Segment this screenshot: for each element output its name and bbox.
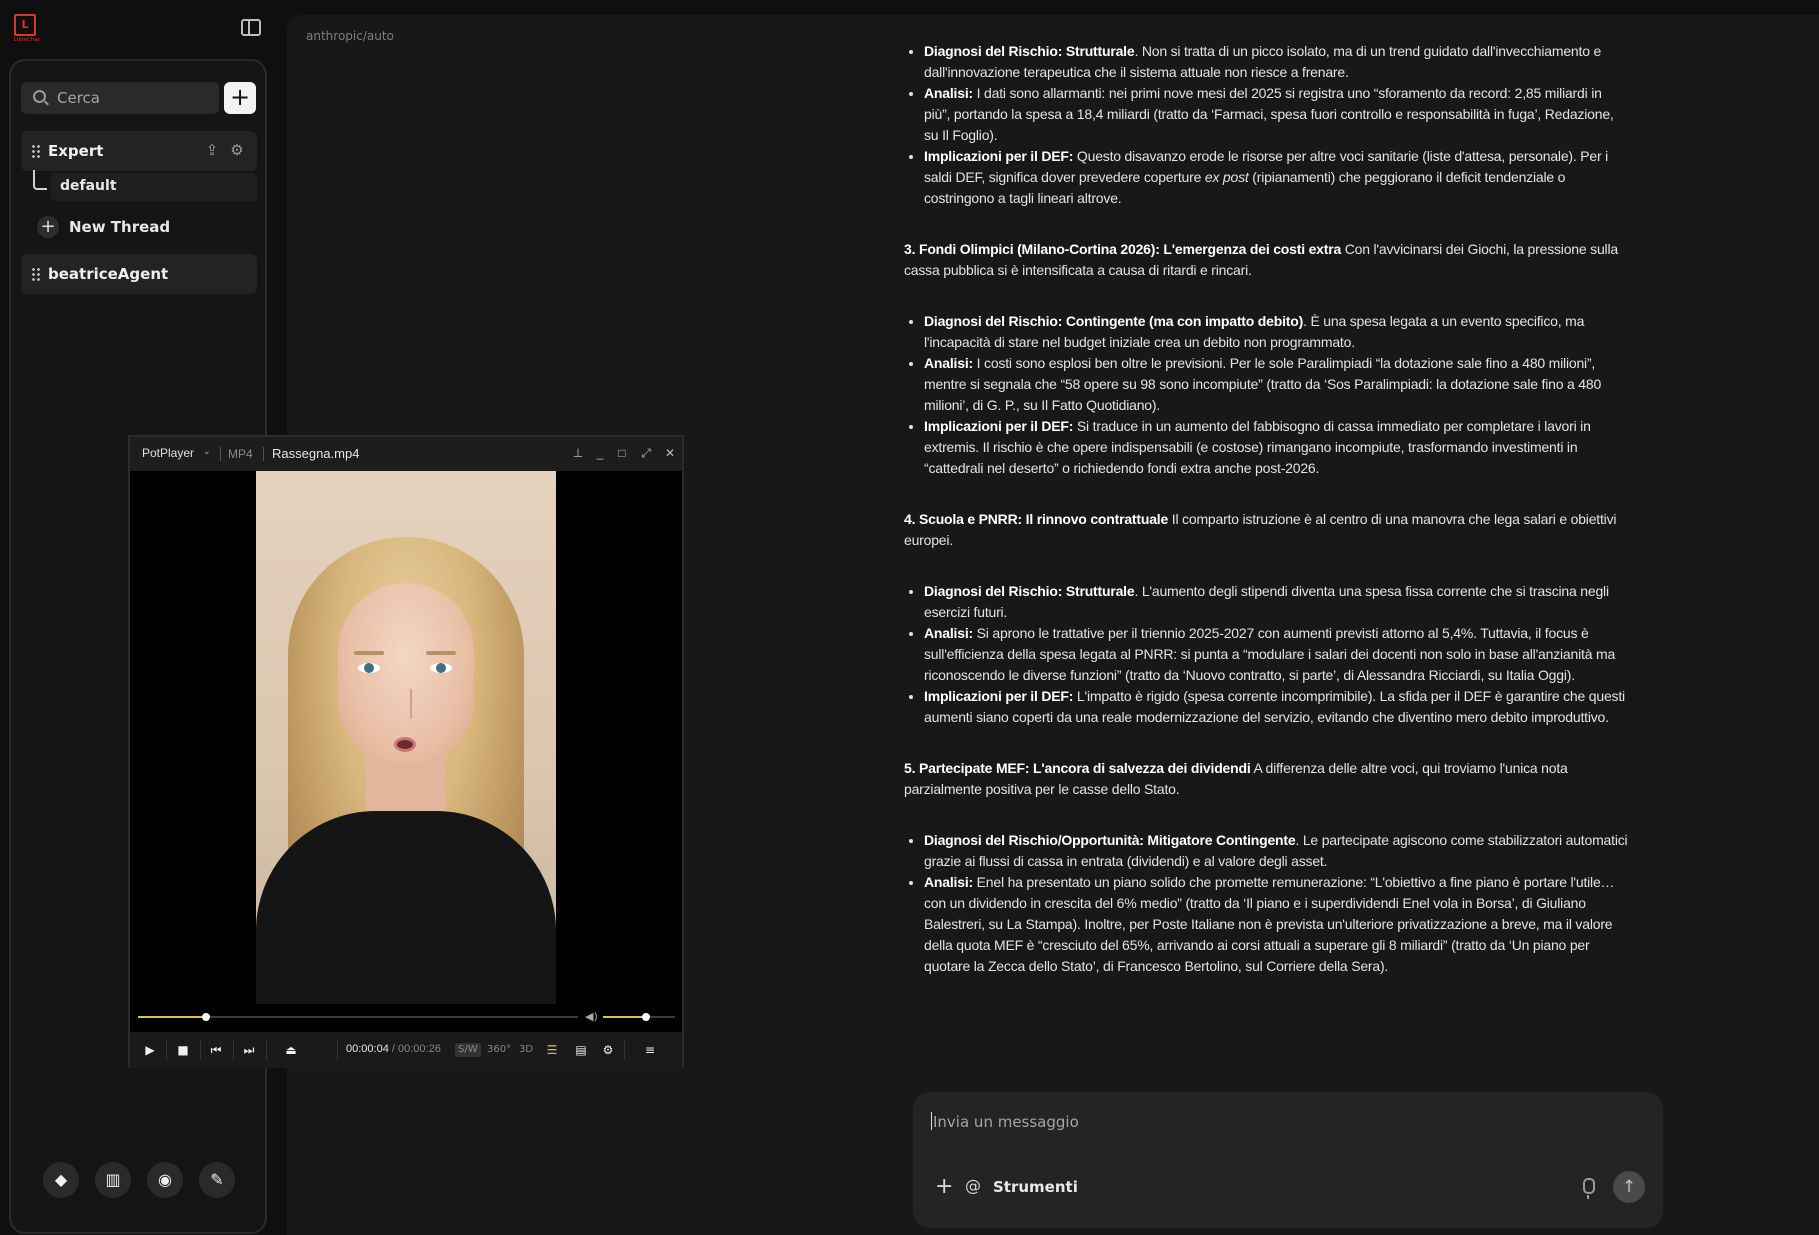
previous-icon[interactable]: ⏮ <box>208 1042 224 1058</box>
section-heading: 4. Scuola e PNRR: Il rinnovo contrattual… <box>904 511 1617 548</box>
pin-icon[interactable]: ⊥ <box>570 445 586 461</box>
video-frame[interactable] <box>256 471 556 1004</box>
player-brand-menu[interactable]: PotPlayer <box>142 446 194 460</box>
search-input[interactable]: Cerca <box>21 82 219 114</box>
list-item: Analisi: Enel ha presentato un piano sol… <box>924 872 1629 977</box>
list-item: Diagnosi del Rischio: Strutturale. Non s… <box>924 41 1629 83</box>
list-item: Diagnosi del Rischio/Opportunità: Mitiga… <box>924 830 1629 872</box>
video-person-face <box>338 583 474 763</box>
list-item: Diagnosi del Rischio: Contingente (ma co… <box>924 311 1629 353</box>
player-controls: ▶ ■ ⏮ ⏭ ⏏ 00:00:04 / 00:00:26 S/W 360° 3… <box>130 1032 682 1068</box>
model-label: anthropic/auto <box>306 29 394 43</box>
list-item: Diagnosi del Rischio: Strutturale. L'aum… <box>924 581 1629 623</box>
section-list: Diagnosi del Rischio/Opportunità: Mitiga… <box>904 830 1629 977</box>
plus-icon: + <box>37 216 59 238</box>
list-item: Implicazioni per il DEF: L'impatto è rig… <box>924 686 1629 728</box>
list-item: Analisi: I dati sono allarmanti: nei pri… <box>924 83 1629 146</box>
vr360-toggle[interactable]: 360° <box>484 1043 514 1057</box>
message-composer[interactable]: Invia un messaggio + @ Strumenti ↑ <box>913 1092 1663 1228</box>
section-list: Diagnosi del Rischio: Contingente (ma co… <box>904 311 1629 479</box>
volume-level <box>603 1016 647 1018</box>
sidebar-group-expert[interactable]: Expert ⇪ ⚙ <box>21 131 257 171</box>
message-input[interactable]: Invia un messaggio <box>933 1113 1079 1131</box>
time-readout: 00:00:04 / 00:00:26 <box>346 1043 441 1055</box>
search-placeholder: Cerca <box>57 89 100 107</box>
list-item: Implicazioni per il DEF: Si traduce in u… <box>924 416 1629 479</box>
settings-gear-icon[interactable]: ⚙ <box>600 1042 616 1058</box>
volume-slider[interactable] <box>603 1013 675 1021</box>
message-content: Diagnosi del Rischio: Strutturale. Non s… <box>904 41 1629 977</box>
sw-toggle[interactable]: S/W <box>455 1043 481 1057</box>
file-format: MP4 <box>228 447 253 461</box>
upload-icon[interactable]: ⇪ <box>203 141 221 159</box>
section-heading: 3. Fondi Olimpici (Milano-Cortina 2026):… <box>904 241 1618 278</box>
github-icon[interactable]: ◆ <box>43 1162 79 1198</box>
file-name: Rassegna.mp4 <box>272 446 360 461</box>
potplayer-window[interactable]: PotPlayer ⌄ MP4 Rassegna.mp4 ⊥ _ □ ⤢ ✕ ◀… <box>128 435 684 1068</box>
seek-track[interactable] <box>138 1013 578 1021</box>
tools-button[interactable]: Strumenti <box>993 1178 1078 1196</box>
3d-toggle[interactable]: 3D <box>516 1043 536 1057</box>
stop-icon[interactable]: ■ <box>175 1042 191 1058</box>
player-titlebar[interactable]: PotPlayer ⌄ MP4 Rassegna.mp4 ⊥ _ □ ⤢ ✕ <box>130 437 682 471</box>
add-button[interactable]: + <box>224 82 256 114</box>
book-icon[interactable]: ▥ <box>95 1162 131 1198</box>
thread-connector <box>33 170 47 190</box>
seek-bar[interactable]: ◀) <box>130 1004 682 1032</box>
list-item: Implicazioni per il DEF: Questo disavanz… <box>924 146 1629 209</box>
drag-handle-icon[interactable] <box>31 144 41 158</box>
app-logo: L LibreChat <box>14 14 40 43</box>
microphone-icon[interactable] <box>1583 1178 1595 1199</box>
discord-icon[interactable]: ◉ <box>147 1162 183 1198</box>
next-icon[interactable]: ⏭ <box>241 1042 257 1058</box>
section-list: Diagnosi del Rischio: Strutturale. L'aum… <box>904 581 1629 728</box>
wrench-icon[interactable]: ✎ <box>199 1162 235 1198</box>
sidebar-toggle-icon[interactable] <box>241 19 261 36</box>
attach-plus-icon[interactable]: + <box>935 1174 953 1199</box>
drag-handle-icon[interactable] <box>31 267 41 281</box>
search-icon <box>33 90 46 103</box>
section-list: Diagnosi del Rischio: Strutturale. Non s… <box>904 41 1629 209</box>
maximize-icon[interactable]: □ <box>614 445 630 461</box>
seek-progress <box>138 1016 206 1018</box>
menu-icon[interactable]: ≡ <box>642 1042 658 1058</box>
play-icon[interactable]: ▶ <box>142 1042 158 1058</box>
eject-icon[interactable]: ⏏ <box>283 1042 299 1058</box>
chevron-down-icon[interactable]: ⌄ <box>203 446 211 457</box>
list-item: Analisi: I costi sono esplosi ben oltre … <box>924 353 1629 416</box>
fullscreen-icon[interactable]: ⤢ <box>638 445 654 461</box>
playlist-search-icon[interactable]: ☰ <box>544 1042 560 1058</box>
section-heading: 5. Partecipate MEF: L'ancora di salvezza… <box>904 760 1568 797</box>
thread-item-default[interactable]: default <box>51 173 257 201</box>
gear-icon[interactable]: ⚙ <box>228 141 246 159</box>
mention-icon[interactable]: @ <box>965 1176 981 1195</box>
sidebar-group-beatriceagent[interactable]: beatriceAgent <box>21 254 257 294</box>
minimize-icon[interactable]: _ <box>592 445 608 461</box>
send-button[interactable]: ↑ <box>1613 1171 1645 1203</box>
group-label: beatriceAgent <box>48 265 169 283</box>
text-caret <box>931 1112 932 1130</box>
volume-handle[interactable] <box>642 1013 651 1021</box>
group-label: Expert <box>48 142 104 160</box>
list-item: Analisi: Si aprono le trattative per il … <box>924 623 1629 686</box>
volume-icon[interactable]: ◀) <box>585 1010 598 1023</box>
close-icon[interactable]: ✕ <box>662 445 678 461</box>
subtitle-icon[interactable]: ▤ <box>573 1042 589 1058</box>
seek-handle[interactable] <box>201 1013 210 1021</box>
